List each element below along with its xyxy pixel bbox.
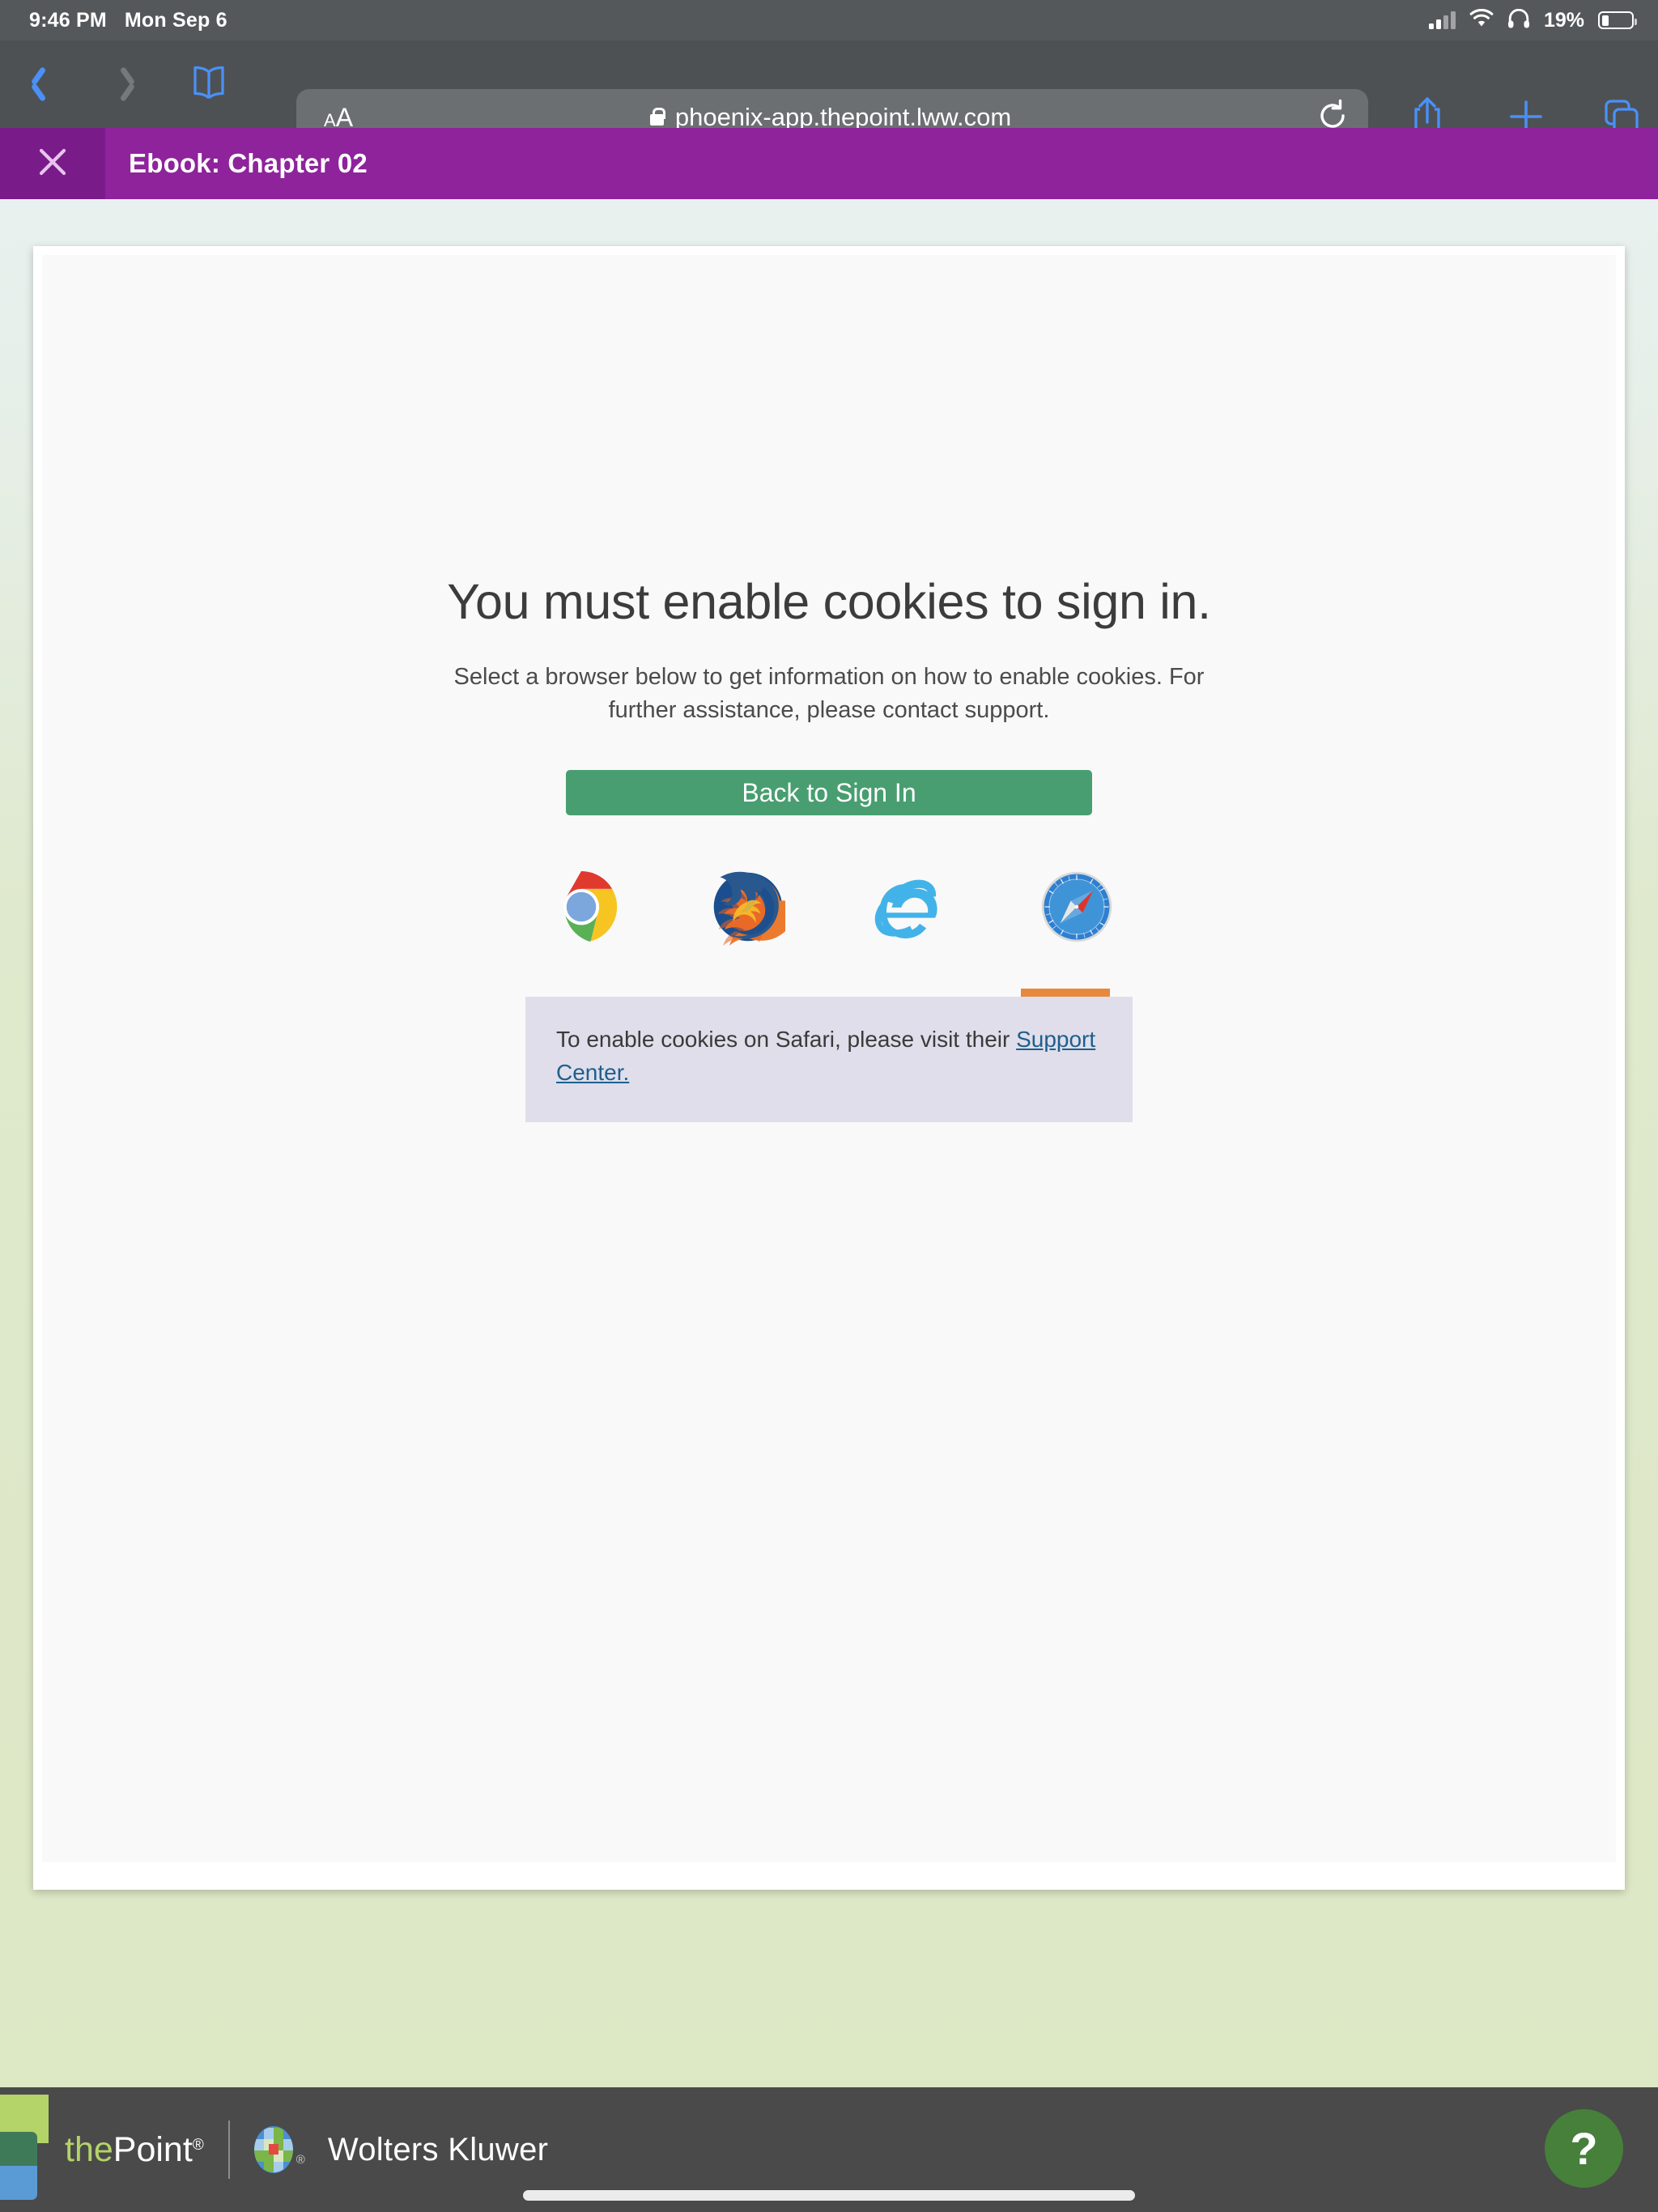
wolters-kluwer-mark-icon xyxy=(253,2126,293,2173)
ios-status-bar: 9:46 PM Mon Sep 6 19% xyxy=(0,0,1658,40)
page-subtitle: Select a browser below to get informatio… xyxy=(453,664,1205,724)
browser-option-chrome[interactable] xyxy=(536,863,627,954)
footer-divider xyxy=(227,2121,230,2179)
wolters-kluwer-logo[interactable]: ® Wolters Kluwer xyxy=(253,2126,549,2173)
battery-icon xyxy=(1598,11,1637,29)
footer-logos: the Point ® ® Wolters Kluwer xyxy=(65,2087,548,2212)
thepoint-logo[interactable]: the Point ® xyxy=(65,2130,204,2170)
cellular-signal-icon xyxy=(1428,11,1456,29)
ebook-title: Ebook: Chapter 02 xyxy=(129,148,368,178)
chrome-icon xyxy=(542,868,620,950)
browser-option-firefox[interactable] xyxy=(701,863,797,954)
cookie-notice: You must enable cookies to sign in. Sele… xyxy=(42,573,1616,1122)
battery-percent-label: 19% xyxy=(1543,8,1584,32)
safari-toolbar: AA phoenix-app.thepoint.lww.com xyxy=(0,40,1658,146)
browser-info-panel: To enable cookies on Safari, please visi… xyxy=(525,997,1133,1122)
browser-option-safari[interactable] xyxy=(1021,863,1122,998)
page-background: You must enable cookies to sign in. Sele… xyxy=(0,199,1658,2087)
status-bar-left: 9:46 PM Mon Sep 6 xyxy=(29,9,227,32)
firefox-icon xyxy=(708,868,797,950)
ebook-header-bar: Ebook: Chapter 02 xyxy=(0,128,1658,199)
back-to-sign-in-button[interactable]: Back to Sign In xyxy=(566,770,1092,816)
status-bar-time: 9:46 PM xyxy=(29,8,107,32)
page-title: You must enable cookies to sign in. xyxy=(447,574,1211,629)
back-button[interactable] xyxy=(19,60,68,108)
browser-selector xyxy=(536,863,1122,998)
content-card: You must enable cookies to sign in. Sele… xyxy=(33,246,1625,1890)
headphones-icon xyxy=(1507,8,1530,32)
close-icon xyxy=(36,146,69,182)
wolters-kluwer-name: Wolters Kluwer xyxy=(327,2131,549,2167)
thepoint-logo-registered: ® xyxy=(192,2136,204,2154)
safari-icon xyxy=(1039,870,1114,948)
internet-explorer-icon xyxy=(871,868,952,950)
book-icon xyxy=(189,65,229,104)
browser-option-internet-explorer[interactable] xyxy=(866,863,957,954)
bookmarks-button[interactable] xyxy=(185,60,233,108)
status-bar-right: 19% xyxy=(1428,8,1637,32)
lock-icon xyxy=(649,107,666,125)
thepoint-logo-point: Point xyxy=(113,2129,193,2169)
thepoint-logo-the: the xyxy=(65,2129,113,2169)
chevron-right-icon xyxy=(113,68,130,100)
chevron-left-icon xyxy=(35,68,53,100)
forward-button[interactable] xyxy=(97,60,146,108)
site-footer: the Point ® ® Wolters Kluwer ? xyxy=(0,2087,1658,2212)
help-button[interactable]: ? xyxy=(1545,2109,1623,2188)
home-indicator[interactable] xyxy=(523,2190,1135,2201)
thepoint-logo-tile-darkgreen xyxy=(0,2132,37,2166)
wolters-kluwer-registered: ® xyxy=(295,2152,305,2167)
thepoint-logo-tile-blue xyxy=(0,2166,37,2200)
status-bar-date: Mon Sep 6 xyxy=(124,8,227,32)
info-panel-text: To enable cookies on Safari, please visi… xyxy=(556,1027,1017,1053)
wifi-icon xyxy=(1469,8,1494,32)
ebook-close-button[interactable] xyxy=(0,128,105,199)
content-card-inner: You must enable cookies to sign in. Sele… xyxy=(42,255,1616,1862)
